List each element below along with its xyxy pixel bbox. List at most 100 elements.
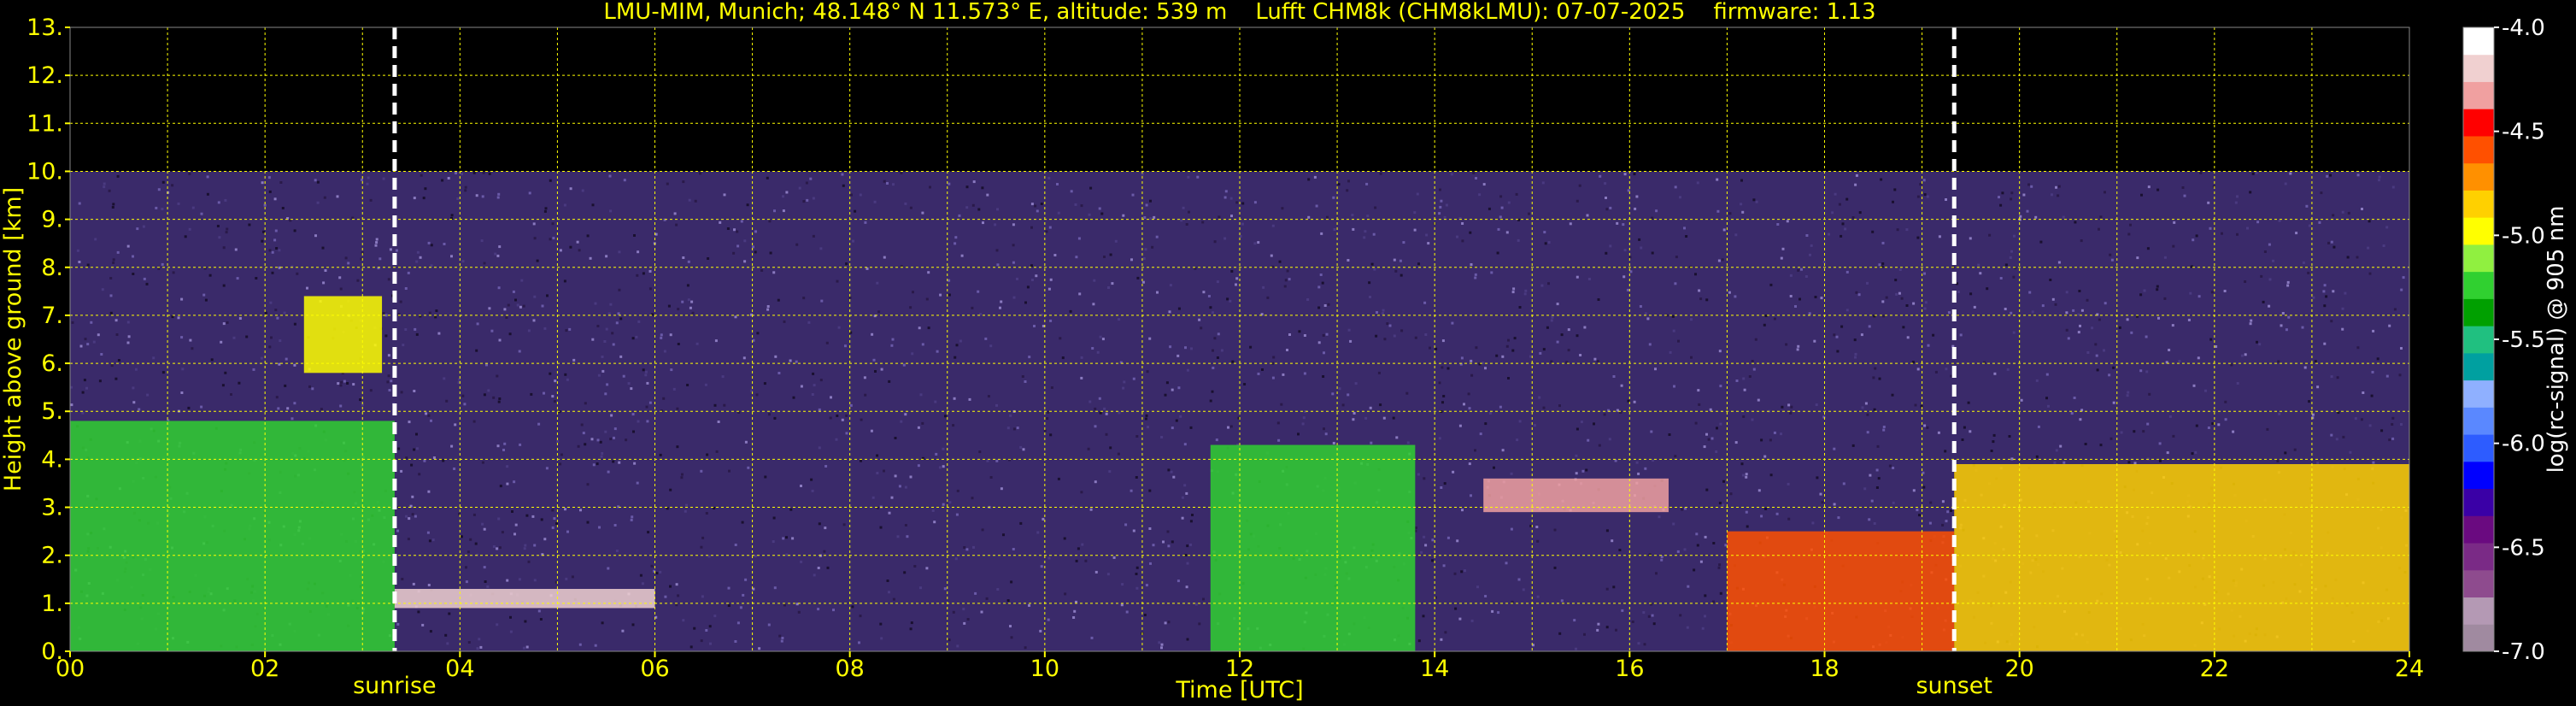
noise-speck [701,536,705,539]
noise-speck [1928,521,1932,525]
noise-speck [1100,212,1104,215]
noise-speck [1567,349,1570,352]
noise-speck [1866,413,1869,416]
noise-speck [2109,253,2112,256]
noise-speck [1323,427,1325,431]
noise-speck [2139,293,2143,297]
noise-speck [1821,501,1824,504]
noise-speck [1423,301,1427,304]
noise-speck [1547,241,1551,244]
noise-speck [524,620,527,623]
noise-speck [1109,446,1112,450]
noise-speck [599,440,602,444]
noise-speck [1754,338,1757,341]
noise-speck [479,645,483,649]
noise-speck [2156,288,2159,291]
noise-speck [261,239,264,243]
noise-speck [1303,334,1306,337]
noise-speck [221,384,225,387]
noise-speck [619,355,623,358]
noise-speck [1266,296,1270,299]
colorbar-segment [2463,352,2494,381]
noise-speck [1093,279,1096,282]
noise-speck [1929,501,1933,504]
noise-speck [1347,179,1350,183]
noise-speck [434,315,437,319]
noise-speck [963,621,966,625]
noise-speck [1109,253,1112,256]
noise-speck [1012,548,1015,550]
noise-speck [1775,512,1779,515]
noise-speck [531,515,535,518]
backscatter-feature [70,421,395,651]
noise-speck [1892,501,1895,504]
noise-speck [1599,174,1602,178]
noise-speck [1229,197,1233,200]
noise-speck [1351,214,1354,217]
noise-speck [1626,288,1629,291]
noise-speck [210,358,214,362]
noise-speck [2341,210,2344,214]
noise-speck [1202,291,1206,294]
noise-speck [2080,239,2083,243]
noise-speck [1743,388,1746,391]
noise-speck [1840,325,1844,328]
noise-speck [1417,639,1421,643]
noise-speck [2308,400,2311,403]
noise-speck [1143,614,1147,616]
noise-speck [2028,291,2032,294]
noise-speck [1479,432,1482,436]
noise-speck [1012,296,1016,299]
noise-speck [1050,386,1053,389]
noise-speck [1272,356,1276,359]
noise-speck [1585,468,1588,472]
noise-speck [553,517,556,521]
noise-speck [1593,422,1595,426]
noise-speck [682,619,685,622]
noise-speck [2027,183,2030,186]
noise-speck [1012,261,1015,264]
noise-speck [743,260,747,263]
noise-speck [660,333,663,337]
noise-speck [789,359,792,362]
noise-speck [1149,562,1152,565]
noise-speck [1716,178,1719,181]
noise-speck [1947,311,1951,315]
noise-speck [1905,228,1909,232]
noise-speck [441,179,444,182]
noise-speck [1969,430,1972,433]
noise-speck [1135,566,1139,569]
noise-speck [2370,394,2374,397]
noise-speck [2145,335,2148,338]
noise-speck [1235,283,1237,286]
noise-speck [1009,625,1012,628]
noise-speck [114,377,118,380]
noise-speck [2316,385,2320,389]
noise-speck [1386,322,1389,326]
noise-speck [1474,449,1476,452]
noise-speck [1882,426,1886,428]
noise-speck [1919,183,1922,186]
noise-speck [954,557,958,561]
noise-speck [1239,235,1242,238]
noise-speck [608,174,612,178]
noise-speck [1302,416,1306,420]
noise-speck [1813,339,1816,343]
noise-speck [1475,177,1477,179]
noise-speck [2047,404,2050,408]
noise-speck [1158,641,1161,644]
noise-speck [2378,175,2381,179]
noise-speck [659,570,662,574]
noise-speck [2391,423,2394,426]
y-tick-label: 8. [41,255,63,281]
noise-speck [532,319,536,322]
noise-speck [902,363,906,367]
noise-speck [2194,450,2198,454]
noise-speck [835,438,838,441]
noise-speck [1914,403,1917,407]
noise-speck [589,256,592,260]
noise-speck [1209,399,1212,403]
noise-speck [690,300,694,303]
noise-speck [1718,563,1722,567]
noise-speck [1923,272,1926,275]
